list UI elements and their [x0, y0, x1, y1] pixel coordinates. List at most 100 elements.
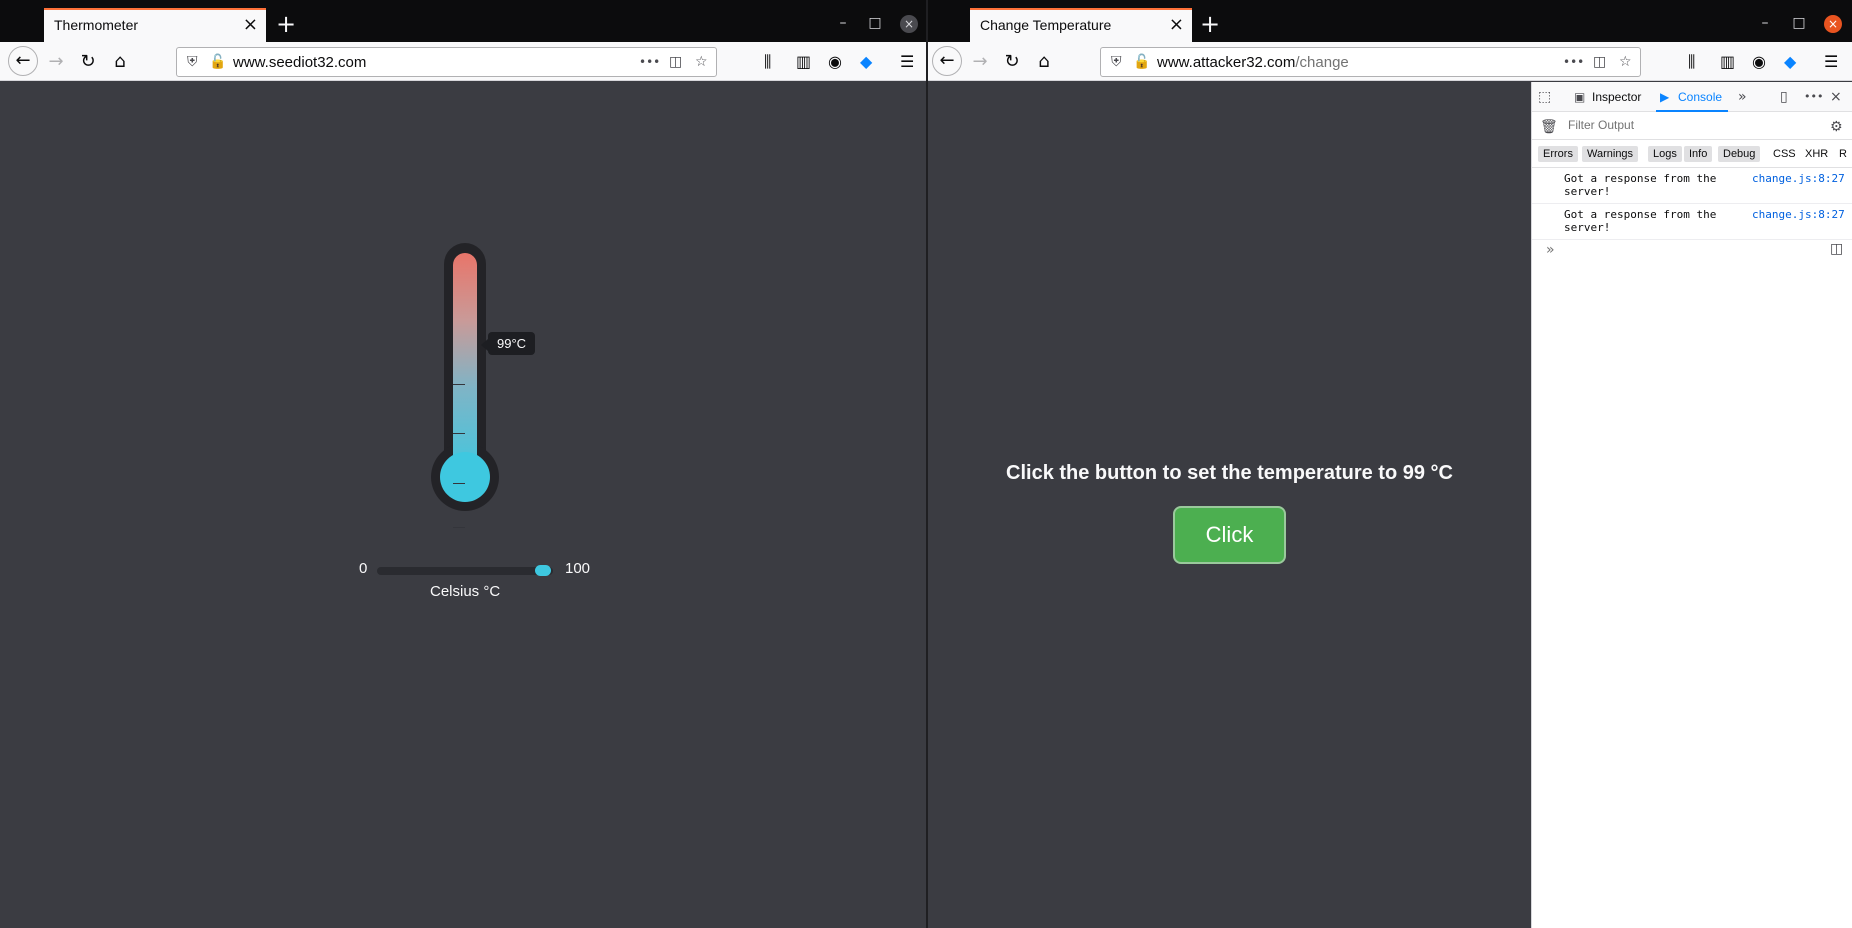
slider-min-label: 0 [359, 560, 368, 577]
pocket-icon[interactable]: ◫ [669, 52, 682, 72]
slider-handle[interactable] [535, 565, 552, 576]
browser-window-right: Change Temperature × + – □ × ← → ↻ ⌂ ⛨ 🔓… [928, 0, 1852, 928]
close-devtools-icon[interactable]: × [1830, 88, 1842, 106]
maximize-icon[interactable]: □ [864, 13, 886, 33]
reload-icon[interactable]: ↻ [998, 48, 1026, 76]
home-icon[interactable]: ⌂ [1030, 48, 1058, 76]
console-message: Got a response from the server! change.j… [1532, 204, 1852, 240]
tab-bar: Change Temperature × + – □ × [928, 0, 1852, 42]
insecure-lock-icon[interactable]: 🔓 [1133, 52, 1150, 72]
forward-icon[interactable]: → [966, 48, 994, 76]
filter-warnings[interactable]: Warnings [1582, 146, 1639, 162]
filter-info[interactable]: Info [1684, 146, 1713, 162]
close-window-icon[interactable]: × [900, 15, 918, 33]
filter-bar: 🗑 Filter Output ⚙ [1532, 112, 1852, 140]
url-bar[interactable]: ⛨ 🔓 www.attacker32.com/change ••• ◫ ☆ [1100, 47, 1641, 77]
new-tab-icon[interactable]: + [276, 10, 296, 38]
account-icon[interactable]: ◉ [828, 52, 842, 72]
set-temperature-button[interactable]: Click [1173, 506, 1286, 564]
page-content: Click the button to set the temperature … [928, 82, 1531, 928]
message-source-link[interactable]: change.js:8:27 [1752, 172, 1845, 185]
new-tab-icon[interactable]: + [1200, 10, 1220, 38]
sidebar-icon[interactable]: ▥ [1720, 52, 1735, 72]
extension-icon[interactable]: ◆ [860, 52, 872, 72]
bookmark-star-icon[interactable]: ☆ [695, 52, 708, 72]
element-picker-icon[interactable]: ⬚ [1538, 88, 1551, 106]
nav-toolbar: ← → ↻ ⌂ ⛨ 🔓 www.seediot32.com ••• ◫ ☆ ⫼ … [0, 42, 926, 81]
message-source-link[interactable]: change.js:8:27 [1752, 208, 1845, 221]
url-bar[interactable]: ⛨ 🔓 www.seediot32.com ••• ◫ ☆ [176, 47, 717, 77]
library-icon[interactable]: ⫼ [1688, 52, 1695, 72]
extension-icon[interactable]: ◆ [1784, 52, 1796, 72]
close-window-icon[interactable]: × [1824, 15, 1842, 33]
page-actions-icon[interactable]: ••• [639, 52, 660, 72]
filter-logs[interactable]: Logs [1648, 146, 1682, 162]
tab-inspector[interactable]: Inspector [1592, 90, 1641, 104]
back-icon[interactable]: ← [932, 46, 962, 76]
filter-requests[interactable]: R [1834, 146, 1852, 162]
library-icon[interactable]: ⫼ [764, 52, 771, 72]
message-text: Got a response from the server! [1564, 172, 1717, 198]
message-text: Got a response from the server! [1564, 208, 1717, 234]
tab-console[interactable]: Console [1678, 90, 1722, 104]
log-level-filters: Errors Warnings Logs Info Debug CSS XHR … [1532, 140, 1852, 168]
tab-change-temperature[interactable]: Change Temperature × [970, 8, 1192, 42]
devtools-panel: ⬚ ▣ Inspector ▶ Console » ▯ ••• × 🗑 Filt… [1531, 82, 1852, 928]
tick-mark [453, 527, 465, 528]
filter-debug[interactable]: Debug [1718, 146, 1761, 162]
maximize-icon[interactable]: □ [1788, 13, 1810, 33]
tab-title: Change Temperature [980, 17, 1112, 33]
page-actions-icon[interactable]: ••• [1563, 52, 1584, 72]
console-icon: ▶ [1660, 90, 1670, 104]
minimize-icon[interactable]: – [1754, 13, 1776, 33]
nav-toolbar: ← → ↻ ⌂ ⛨ 🔓 www.attacker32.com/change ••… [928, 42, 1852, 81]
url-text: www.seediot32.com [233, 54, 367, 71]
console-prompt-icon[interactable]: » [1546, 242, 1555, 258]
responsive-mode-icon[interactable]: ▯ [1780, 88, 1788, 106]
thermometer [431, 243, 499, 533]
sidebar-icon[interactable]: ▥ [796, 52, 811, 72]
thermometer-bulb [440, 452, 490, 502]
filter-errors[interactable]: Errors [1538, 146, 1578, 162]
unit-label: Celsius °C [430, 583, 501, 600]
close-tab-icon[interactable]: × [243, 15, 258, 35]
settings-gear-icon[interactable]: ⚙ [1830, 118, 1843, 136]
menu-icon[interactable]: ☰ [1824, 52, 1838, 72]
insecure-lock-icon[interactable]: 🔓 [209, 52, 226, 72]
tick-mark [453, 483, 465, 484]
tick-mark [453, 384, 465, 385]
temperature-slider[interactable] [377, 567, 553, 575]
tab-thermometer[interactable]: Thermometer × [44, 8, 266, 42]
tick-mark [453, 433, 465, 434]
tab-title: Thermometer [54, 17, 139, 33]
shield-icon[interactable]: ⛨ [187, 52, 198, 72]
filter-xhr[interactable]: XHR [1800, 146, 1833, 162]
thermometer-mercury [453, 253, 477, 478]
back-icon[interactable]: ← [8, 46, 38, 76]
pocket-icon[interactable]: ◫ [1593, 52, 1606, 72]
devtools-options-icon[interactable]: ••• [1804, 88, 1823, 106]
trash-icon[interactable]: 🗑 [1540, 118, 1558, 136]
home-icon[interactable]: ⌂ [106, 48, 134, 76]
shield-icon[interactable]: ⛨ [1111, 52, 1122, 72]
minimize-icon[interactable]: – [832, 13, 854, 33]
inspector-icon: ▣ [1574, 90, 1586, 104]
reload-icon[interactable]: ↻ [74, 48, 102, 76]
more-tabs-icon[interactable]: » [1738, 88, 1747, 106]
page-heading: Click the button to set the temperature … [1006, 462, 1453, 484]
menu-icon[interactable]: ☰ [900, 52, 914, 72]
browser-window-left: Thermometer × + – □ × ← → ↻ ⌂ ⛨ 🔓 www.se… [0, 0, 926, 928]
devtools-toolbar: ⬚ ▣ Inspector ▶ Console » ▯ ••• × [1532, 82, 1852, 112]
split-console-icon[interactable]: ◫ [1830, 240, 1843, 258]
forward-icon[interactable]: → [42, 48, 70, 76]
filter-css[interactable]: CSS [1768, 146, 1801, 162]
bookmark-star-icon[interactable]: ☆ [1619, 52, 1632, 72]
slider-max-label: 100 [565, 560, 591, 577]
filter-output-input[interactable]: Filter Output [1568, 118, 1634, 132]
close-tab-icon[interactable]: × [1169, 15, 1184, 35]
url-text: www.attacker32.com/change [1157, 54, 1349, 71]
url-path: /change [1295, 54, 1349, 71]
tab-bar: Thermometer × + – □ × [0, 0, 926, 42]
account-icon[interactable]: ◉ [1752, 52, 1766, 72]
temperature-reading-badge: 99°C [480, 332, 536, 355]
